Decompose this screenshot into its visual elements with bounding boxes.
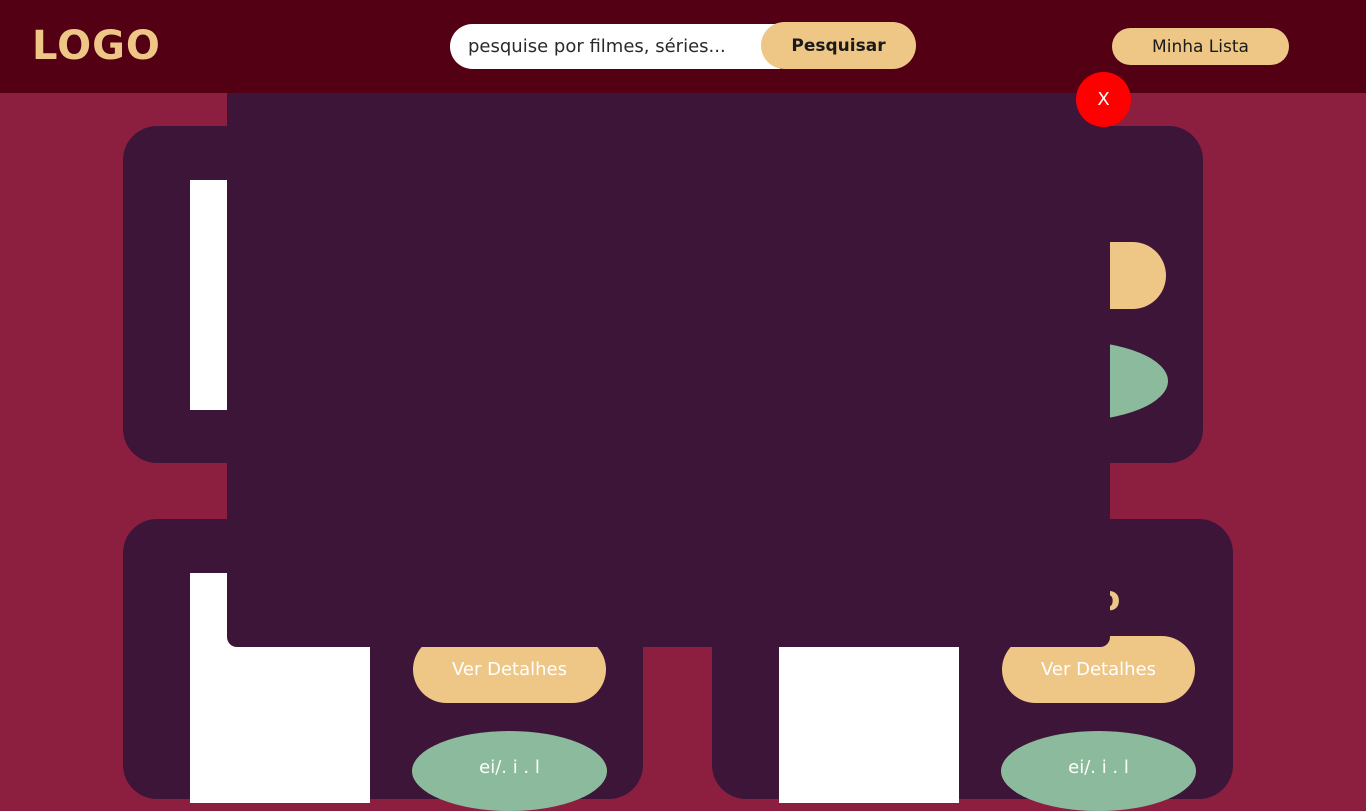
search-button[interactable]: Pesquisar — [761, 22, 916, 69]
favorite-button[interactable]: ei/. i . l — [412, 731, 607, 811]
details-modal — [227, 93, 1110, 647]
favorite-button[interactable]: ei/. i . l — [1001, 731, 1196, 811]
modal-close-button[interactable]: X — [1076, 72, 1131, 127]
search-bar: Pesquisar — [450, 22, 916, 69]
my-list-button[interactable]: Minha Lista — [1112, 28, 1289, 65]
search-input[interactable] — [450, 24, 780, 69]
header: LOGO Pesquisar Minha Lista — [0, 0, 1366, 93]
logo[interactable]: LOGO — [32, 22, 161, 70]
